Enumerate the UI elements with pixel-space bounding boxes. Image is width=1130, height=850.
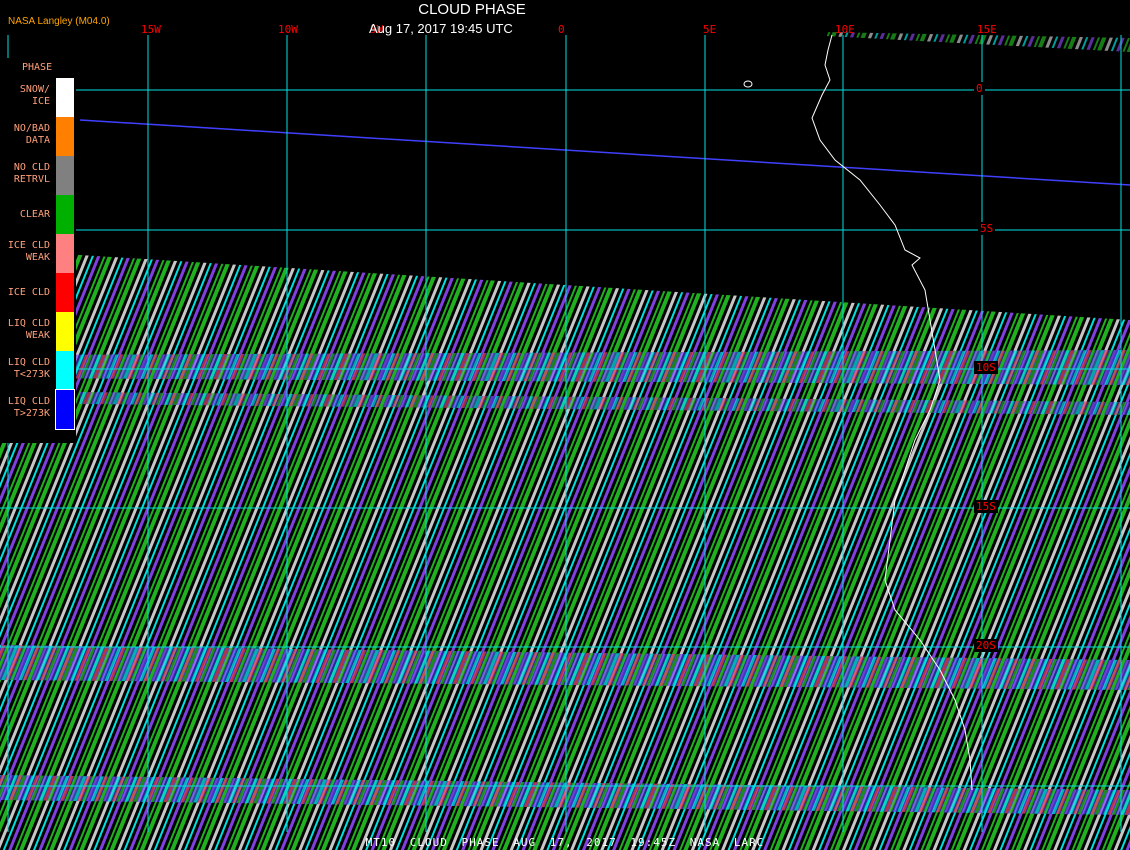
map-canvas: [0, 32, 1130, 850]
legend-title: PHASE: [22, 62, 53, 73]
lon-label: 10W: [278, 23, 298, 36]
swath-data: [0, 32, 1130, 850]
legend-item: NO CLD RETRVL: [0, 156, 76, 195]
source-label: NASA Langley (M04.0): [8, 16, 110, 27]
lon-label: 0: [558, 23, 565, 36]
legend-swatch: [56, 156, 74, 195]
legend-swatch: [55, 389, 75, 430]
legend-label: CLEAR: [19, 209, 50, 220]
legend-label: NO/BAD DATA: [13, 123, 50, 146]
legend-label: SNOW/ ICE: [19, 84, 50, 107]
satellite-map: CLOUD PHASE NASA Langley (M04.0) 15W 10W…: [0, 0, 1130, 850]
lat-label: 0: [974, 82, 985, 95]
legend-swatch: [56, 195, 74, 234]
phase-legend: PHASE SNOW/ ICE NO/BAD DATA NO CLD RETRV…: [0, 58, 76, 443]
legend-item: LIQ CLD T<273K: [0, 351, 76, 390]
lon-label: 10E: [835, 23, 855, 36]
legend-item: ICE CLD WEAK: [0, 234, 76, 273]
lat-label: 20S: [974, 639, 998, 652]
legend-item: CLEAR: [0, 195, 76, 234]
legend-label: NO CLD RETRVL: [13, 162, 50, 185]
legend-label: LIQ CLD WEAK: [7, 318, 50, 341]
legend-swatch: [56, 78, 74, 117]
legend-label: LIQ CLD T>273K: [7, 396, 50, 419]
map-title: CLOUD PHASE: [418, 1, 526, 18]
legend-label: ICE CLD WEAK: [7, 240, 50, 263]
island: [743, 80, 753, 88]
legend-swatch: [56, 312, 74, 351]
lat-label: 10S: [974, 361, 998, 374]
lon-label: 15W: [141, 23, 161, 36]
legend-item: NO/BAD DATA: [0, 117, 76, 156]
legend-item: SNOW/ ICE: [0, 78, 76, 117]
legend-swatch: [56, 234, 74, 273]
legend-item: ICE CLD: [0, 273, 76, 312]
legend-swatch: [56, 117, 74, 156]
legend-swatch: [56, 273, 74, 312]
lon-label: 15E: [977, 23, 997, 36]
legend-swatch: [56, 351, 74, 390]
legend-label: LIQ CLD T<273K: [7, 357, 50, 380]
legend-item: LIQ CLD T>273K: [0, 389, 76, 430]
blue-equator-track: [79, 119, 1130, 186]
map-datetime: Aug 17, 2017 19:45 UTC: [369, 21, 513, 36]
legend-item: LIQ CLD WEAK: [0, 312, 76, 351]
lat-label: 5S: [978, 222, 996, 235]
lon-label: 5E: [703, 23, 717, 36]
footer-caption: MT10 CLOUD PHASE AUG 17, 2017 19:45Z NAS…: [365, 836, 765, 849]
legend-label: ICE CLD: [7, 287, 50, 298]
lat-label: 15S: [974, 500, 998, 513]
